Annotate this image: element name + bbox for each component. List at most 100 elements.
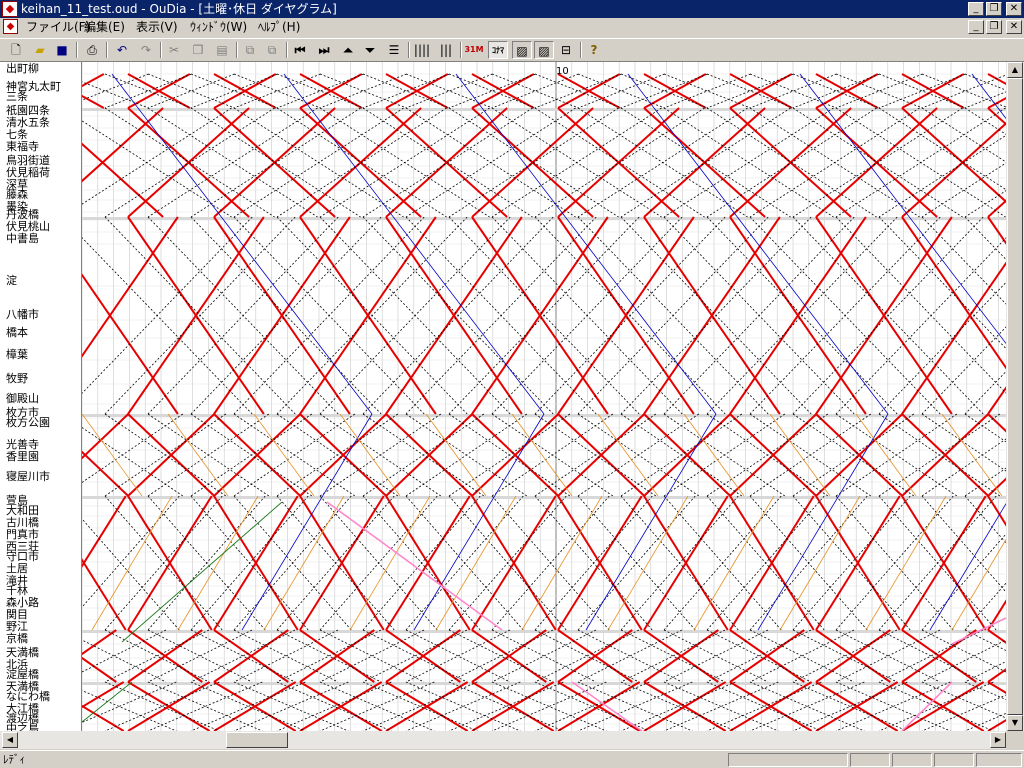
limited-express-line xyxy=(82,413,130,460)
special-line xyxy=(571,681,643,731)
station-label: 枚方公園 xyxy=(6,416,50,429)
menu-help[interactable]: ﾍﾙﾌﾟ(H) xyxy=(258,20,300,35)
first-icon[interactable]: ⏮ xyxy=(290,41,310,59)
train-diagram[interactable]: 10 xyxy=(82,62,1006,731)
station-label: 樟葉 xyxy=(6,348,28,361)
local-line xyxy=(82,237,253,415)
local-line xyxy=(964,107,1006,135)
scroll-left-icon[interactable]: ◀ xyxy=(2,732,18,748)
toolbar-separator xyxy=(580,42,582,58)
menu-view[interactable]: 表示(V) xyxy=(136,20,178,35)
vertical-scroll-thumb[interactable] xyxy=(1007,78,1023,715)
status-pane xyxy=(976,753,1022,767)
diagram-a-icon[interactable]: ▨ xyxy=(512,41,532,59)
limited-express-line xyxy=(987,477,1006,497)
section-separator xyxy=(82,496,1006,499)
station-label: 清水五条 xyxy=(6,116,50,129)
local-line xyxy=(448,107,619,218)
undo-icon[interactable]: ↶ xyxy=(112,41,132,59)
station-label: 三条 xyxy=(6,90,28,103)
menu-file[interactable]: ファイル(F) xyxy=(26,20,90,35)
toggle-31m-button[interactable]: 31M xyxy=(464,41,484,59)
station-label: なにわ橋 xyxy=(6,690,50,703)
limited-express-line xyxy=(82,681,125,709)
local-line xyxy=(792,107,963,218)
minimize-button[interactable]: _ xyxy=(968,2,984,16)
limited-express-line xyxy=(82,656,117,683)
vlines-b-icon[interactable]: ||| xyxy=(436,41,456,59)
station-label: 丹波橋 xyxy=(6,208,39,221)
limited-express-line xyxy=(987,386,1006,415)
diagram-c-icon[interactable]: ⊟ xyxy=(556,41,576,59)
new-file-icon[interactable]: 🗋 xyxy=(6,41,26,59)
scroll-right-icon[interactable]: ▶ xyxy=(990,732,1006,748)
title-bar: ◆ keihan_11_test.oud - OuDia - [土曜･休日 ダイ… xyxy=(0,0,1024,18)
express-line xyxy=(929,502,1006,631)
horizontal-scroll-thumb[interactable] xyxy=(226,732,288,748)
restore-button[interactable]: ❐ xyxy=(986,2,1002,16)
help-icon[interactable]: ? xyxy=(584,41,604,59)
station-label: 寝屋川市 xyxy=(6,470,50,483)
limited-express-line xyxy=(82,704,125,731)
station-label: 天満橋 xyxy=(6,646,39,659)
doc-close-button[interactable]: ✕ xyxy=(1006,20,1022,34)
local-line xyxy=(82,413,184,483)
toolbar-separator xyxy=(106,42,108,58)
limited-express-line xyxy=(987,216,1006,245)
diagram-canvas[interactable]: 10 xyxy=(82,62,1006,731)
toolbar: 🗋 ▰ ■ ⎙ ↶ ↷ ✂ ❐ ▤ ⧉ ⧉ ⏮ ⏭ ⏶ ⏷ ☰ |||| |||… xyxy=(0,38,1024,62)
limited-express-line xyxy=(901,261,1006,415)
vlines-a-icon[interactable]: |||| xyxy=(412,41,432,59)
station-label: 古川橋 xyxy=(6,516,39,529)
last-icon[interactable]: ⏭ xyxy=(314,41,334,59)
go-top-icon[interactable]: ⏶ xyxy=(338,41,358,59)
semi-express-line xyxy=(339,413,401,497)
window-title: keihan_11_test.oud - OuDia - [土曜･休日 ダイヤグ… xyxy=(21,2,337,16)
diagram-b-icon[interactable]: ▨ xyxy=(534,41,554,59)
limited-express-line xyxy=(82,273,179,415)
station-label: 淀 xyxy=(6,274,17,287)
align-icon[interactable]: ☰ xyxy=(384,41,404,59)
local-line xyxy=(921,694,1006,731)
doc-minimize-button[interactable]: _ xyxy=(968,20,984,34)
open-folder-icon[interactable]: ▰ xyxy=(30,41,50,59)
view-b-icon[interactable]: ⧉ xyxy=(262,41,282,59)
section-separator xyxy=(82,108,1006,111)
redo-icon[interactable]: ↷ xyxy=(136,41,156,59)
scroll-down-icon[interactable]: ▼ xyxy=(1007,715,1023,731)
local-line xyxy=(82,216,253,394)
save-icon[interactable]: ■ xyxy=(52,41,72,59)
app-icon[interactable]: ◆ xyxy=(2,1,18,17)
menu-edit[interactable]: 編集(E) xyxy=(84,20,125,35)
limited-express-line xyxy=(987,668,1006,683)
station-label: 関目 xyxy=(6,608,28,621)
view-a-icon[interactable]: ⧉ xyxy=(240,41,260,59)
print-icon[interactable]: ⎙ xyxy=(82,41,102,59)
station-label: 大和田 xyxy=(6,504,39,517)
local-line xyxy=(82,629,167,673)
cut-icon[interactable]: ✂ xyxy=(164,41,184,59)
local-line xyxy=(964,370,1006,415)
doc-restore-button[interactable]: ❐ xyxy=(986,20,1002,34)
toggle-kotsu-button[interactable]: ｺﾅﾏ xyxy=(488,41,508,59)
status-pane xyxy=(892,753,932,767)
station-label: 東福寺 xyxy=(6,140,39,153)
scroll-up-icon[interactable]: ▲ xyxy=(1007,62,1023,78)
station-label: 祇園四条 xyxy=(6,104,50,117)
go-bottom-icon[interactable]: ⏷ xyxy=(360,41,380,59)
local-line xyxy=(190,107,361,218)
station-label: 野江 xyxy=(6,620,28,633)
station-label: 鳥羽街道 xyxy=(6,154,50,167)
document-icon[interactable]: ◆ xyxy=(3,19,18,34)
close-button[interactable]: ✕ xyxy=(1006,2,1022,16)
horizontal-scrollbar[interactable]: ◀ ▶ xyxy=(0,731,1006,749)
station-label: 出町柳 xyxy=(6,62,39,75)
local-line xyxy=(620,107,791,218)
station-label: 京橋 xyxy=(6,632,28,645)
vertical-scrollbar[interactable]: ▲ ▼ xyxy=(1006,62,1024,731)
paste-icon[interactable]: ▤ xyxy=(212,41,232,59)
copy-icon[interactable]: ❐ xyxy=(188,41,208,59)
menu-window[interactable]: ｳｨﾝﾄﾞｳ(W) xyxy=(190,20,247,35)
station-label: 七条 xyxy=(6,128,28,141)
limited-express-line xyxy=(82,629,117,656)
